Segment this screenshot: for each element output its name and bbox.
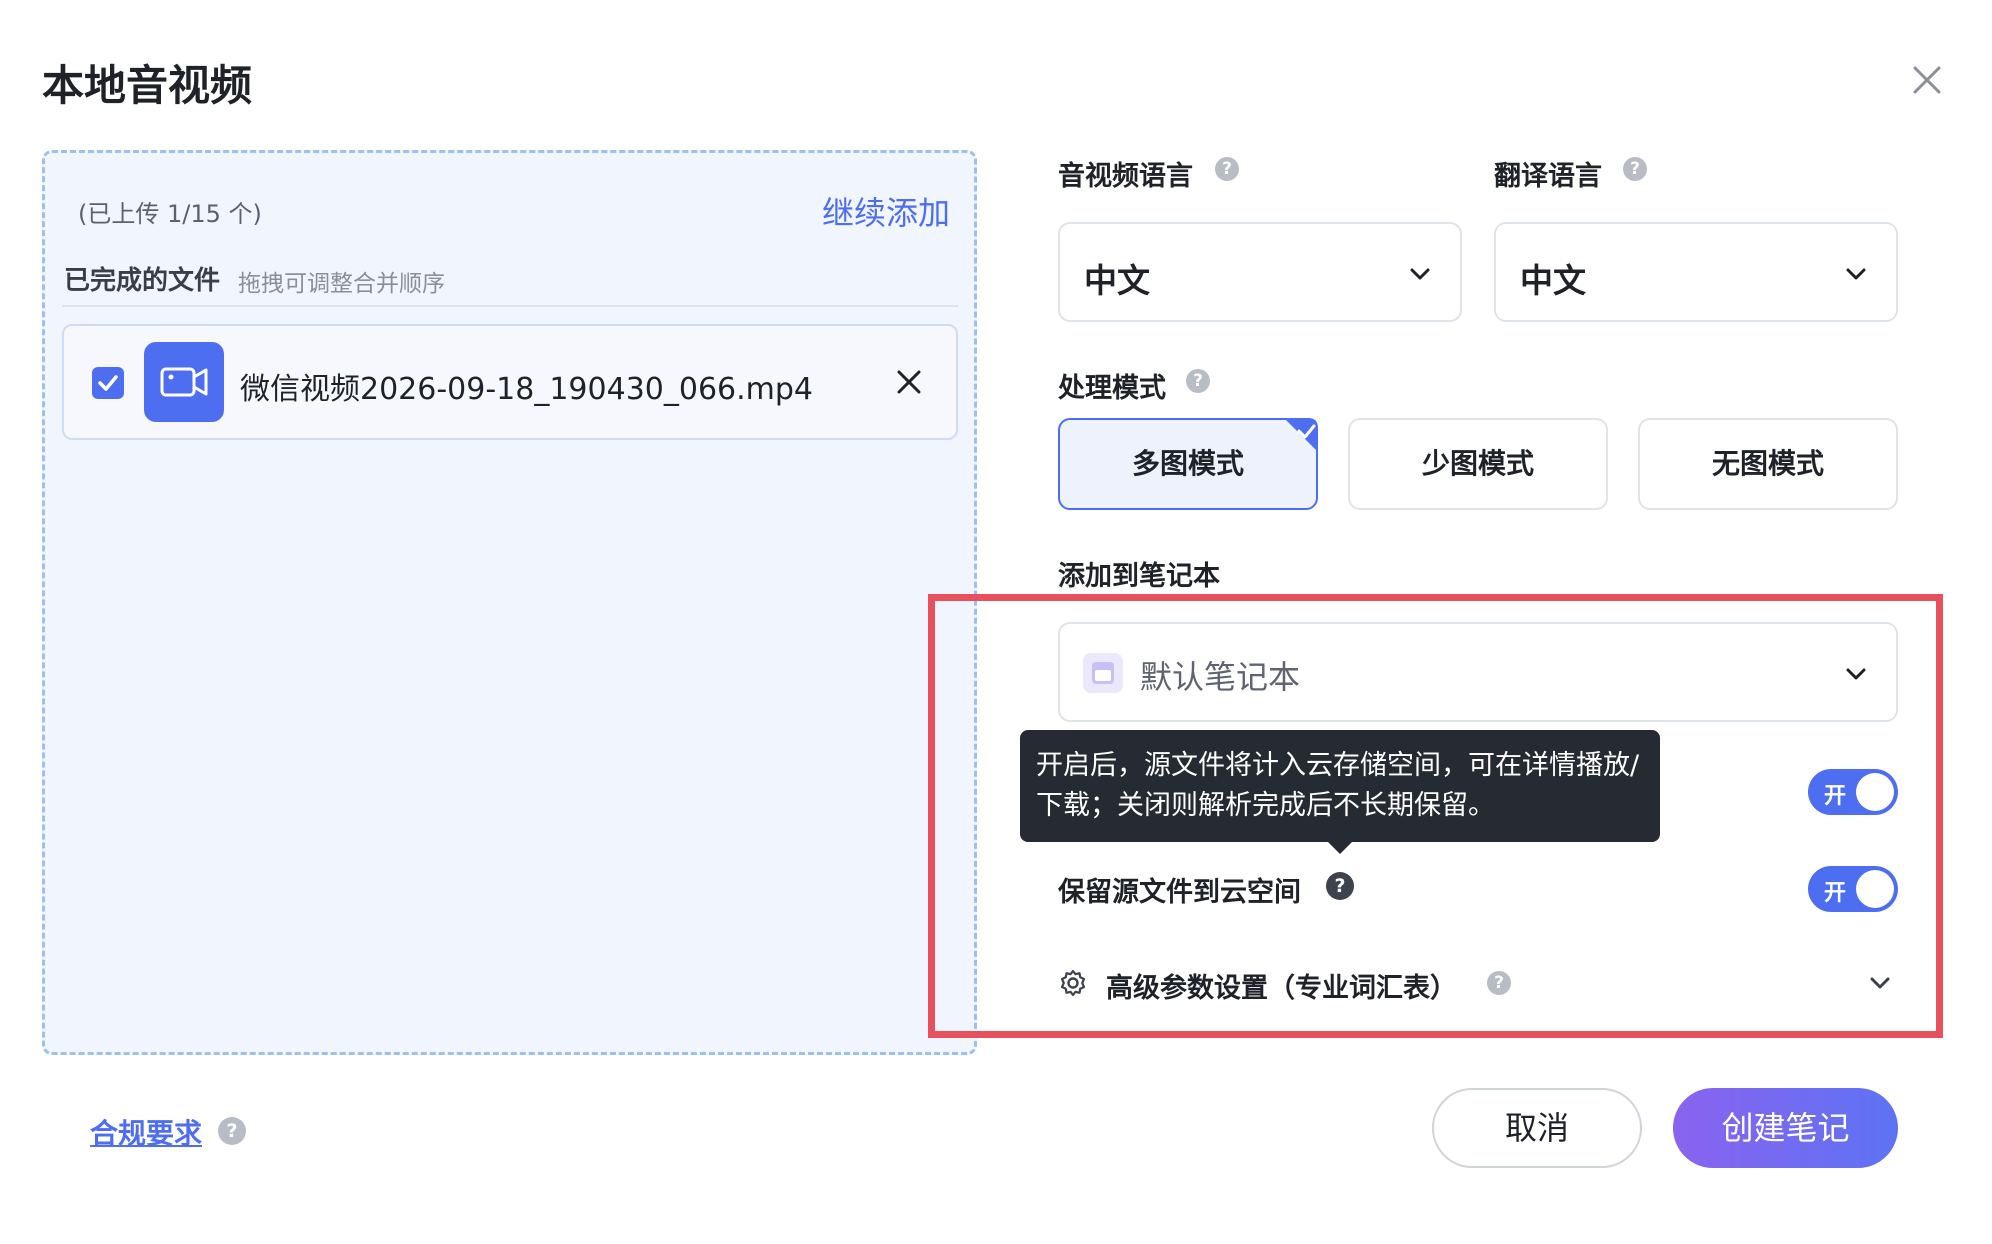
- av-language-value: 中文: [1084, 261, 1150, 300]
- translate-language-value: 中文: [1520, 261, 1586, 300]
- help-icon[interactable]: ?: [1487, 971, 1511, 995]
- close-button[interactable]: [1905, 58, 1949, 102]
- dialog-title: 本地音视频: [42, 61, 253, 110]
- help-icon[interactable]: ?: [1215, 157, 1239, 181]
- check-icon: [98, 375, 118, 391]
- help-icon[interactable]: ?: [1186, 369, 1210, 393]
- mode-option-multi-image[interactable]: 多图模式: [1058, 418, 1318, 510]
- translate-language-label: 翻译语言: [1494, 161, 1602, 192]
- close-icon: [1913, 66, 1941, 94]
- av-language-select[interactable]: 中文: [1058, 222, 1462, 322]
- selected-check-icon: [1284, 418, 1318, 452]
- keep-source-toggle[interactable]: 开: [1808, 866, 1898, 912]
- help-icon[interactable]: ?: [1623, 157, 1647, 181]
- advanced-settings-toggle[interactable]: 高级参数设置（专业词汇表）: [1106, 966, 1457, 1005]
- toggle-text: 开: [1824, 881, 1847, 906]
- remove-file-button[interactable]: [890, 363, 928, 401]
- toggle-text: 开: [1824, 784, 1847, 809]
- file-name: 微信视频2026-09-18_190430_066.mp4: [240, 372, 814, 407]
- divider: [62, 305, 958, 307]
- toggle-knob: [1856, 773, 1894, 811]
- notebook-label: 添加到笔记本: [1058, 561, 1220, 592]
- compliance-link[interactable]: 合规要求: [90, 1112, 202, 1152]
- help-icon[interactable]: ?: [218, 1117, 246, 1145]
- toggle-knob: [1856, 870, 1894, 908]
- mode-label: 处理模式: [1058, 373, 1166, 404]
- reorder-hint: 拖拽可调整合并顺序: [238, 271, 445, 297]
- chevron-down-icon[interactable]: [1866, 969, 1894, 997]
- tooltip: 开启后，源文件将计入云存储空间，可在详情播放/下载；关闭则解析完成后不长期保留。: [1020, 730, 1660, 842]
- chevron-down-icon: [1846, 268, 1866, 280]
- continue-add-link[interactable]: 继续添加: [822, 188, 950, 234]
- video-file-icon: [144, 342, 224, 422]
- create-note-button[interactable]: 创建笔记: [1673, 1088, 1898, 1168]
- av-language-label: 音视频语言: [1058, 161, 1193, 192]
- upload-count: (已上传 1/15 个): [78, 200, 262, 228]
- mode-option-few-image[interactable]: 少图模式: [1348, 418, 1608, 510]
- toggle-switch[interactable]: 开: [1808, 769, 1898, 815]
- tooltip-arrow: [1326, 840, 1354, 854]
- help-icon[interactable]: ?: [1326, 872, 1354, 900]
- gear-icon: [1060, 969, 1086, 997]
- completed-files-heading: 已完成的文件: [64, 266, 221, 296]
- mode-option-no-image[interactable]: 无图模式: [1638, 418, 1898, 510]
- close-icon: [897, 370, 921, 394]
- keep-source-label: 保留源文件到云空间: [1058, 877, 1301, 908]
- translate-language-select[interactable]: 中文: [1494, 222, 1898, 322]
- cancel-button[interactable]: 取消: [1432, 1088, 1642, 1168]
- chevron-down-icon: [1410, 268, 1430, 280]
- file-checkbox[interactable]: [92, 367, 124, 399]
